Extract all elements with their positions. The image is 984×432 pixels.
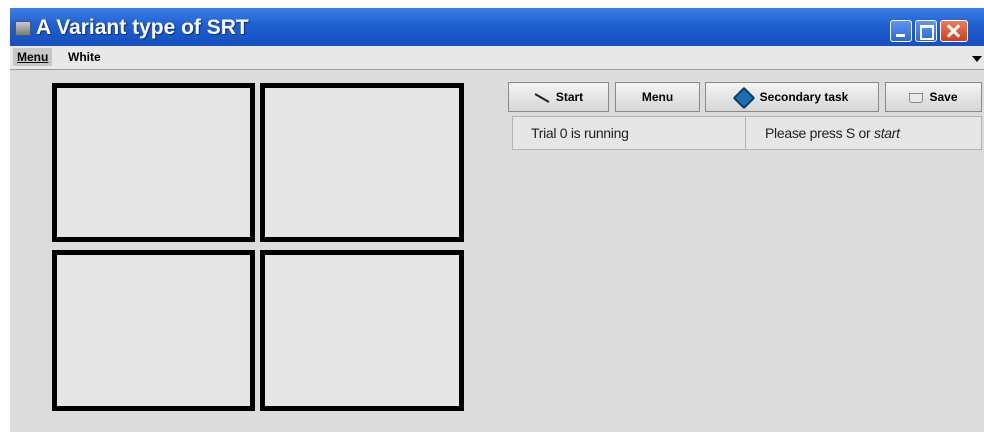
secondary-task-label: Secondary task <box>759 90 849 104</box>
secondary-task-button[interactable]: Secondary task <box>705 82 879 112</box>
menu-label: Menu <box>17 50 49 64</box>
start-label: Start <box>555 90 584 104</box>
title-bar[interactable]: A Variant type of SRT <box>10 8 984 46</box>
menu-menu[interactable]: Menu <box>13 48 53 66</box>
app-icon[interactable] <box>15 21 31 36</box>
app-window: A Variant type of SRT Menu White Start M… <box>10 8 984 432</box>
menu-button-label: Menu <box>641 90 674 104</box>
status-divider <box>745 117 746 149</box>
stimulus-box-top-left[interactable] <box>52 83 255 242</box>
secondary-task-icon <box>732 86 755 110</box>
instruction-emphasis: start <box>874 125 900 141</box>
save-icon <box>909 92 924 103</box>
color-combo-value[interactable]: White <box>68 48 101 66</box>
dropdown-arrow-icon[interactable] <box>968 50 984 66</box>
trial-status: Trial 0 is running <box>531 125 629 141</box>
status-panel: Trial 0 is running Please press S or sta… <box>512 116 982 150</box>
maximize-button[interactable] <box>915 20 937 42</box>
save-label: Save <box>929 90 958 104</box>
start-icon <box>534 92 550 103</box>
instruction-prefix: Please press S or <box>765 125 874 141</box>
stimulus-box-bottom-right[interactable] <box>260 250 464 411</box>
stimulus-box-bottom-left[interactable] <box>52 250 255 411</box>
save-button[interactable]: Save <box>885 82 982 112</box>
start-button[interactable]: Start <box>508 82 609 112</box>
menu-button[interactable]: Menu <box>615 82 700 112</box>
minimize-button[interactable] <box>890 20 912 42</box>
window-title: A Variant type of SRT <box>36 16 249 39</box>
close-button[interactable] <box>940 20 968 42</box>
menu-bar: Menu White <box>10 46 984 70</box>
instruction-text: Please press S or start <box>765 117 900 149</box>
stimulus-box-top-right[interactable] <box>260 83 464 242</box>
